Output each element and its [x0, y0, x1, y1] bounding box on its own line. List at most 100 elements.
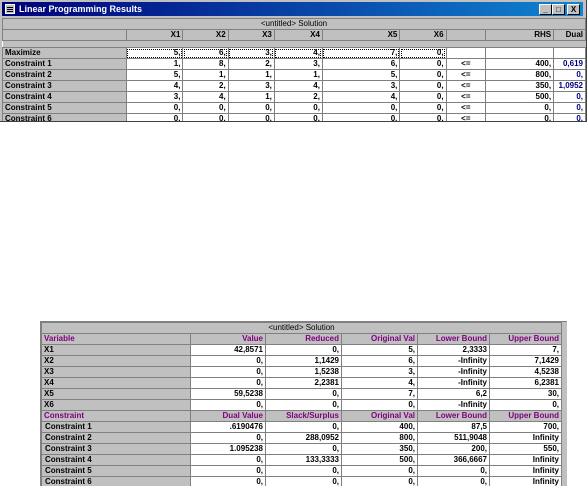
- table-cell[interactable]: 2,: [274, 92, 322, 103]
- table-cell[interactable]: 3,: [126, 92, 183, 103]
- table-cell[interactable]: 0,: [400, 48, 446, 59]
- table-cell[interactable]: 366,6667: [418, 455, 490, 466]
- table-cell[interactable]: 0,: [400, 114, 446, 123]
- table-cell[interactable]: 3,: [274, 59, 322, 70]
- table-cell[interactable]: 1,: [228, 70, 274, 81]
- table-cell[interactable]: 5,: [342, 345, 418, 356]
- column-header[interactable]: Dual Value: [191, 411, 266, 422]
- table-cell[interactable]: <=: [446, 92, 486, 103]
- column-header[interactable]: Constraint: [42, 411, 191, 422]
- table-cell[interactable]: 0,: [191, 400, 266, 411]
- table-cell[interactable]: 0,619: [554, 59, 586, 70]
- column-header[interactable]: Lower Bound: [418, 411, 490, 422]
- close-button[interactable]: X: [567, 4, 580, 15]
- column-header[interactable]: Reduced: [266, 334, 342, 345]
- table-cell[interactable]: 0,: [228, 103, 274, 114]
- table-cell[interactable]: <=: [446, 70, 486, 81]
- table-cell[interactable]: 2,3333: [418, 345, 490, 356]
- table-cell[interactable]: 700,: [490, 422, 562, 433]
- table-cell[interactable]: 1,0952: [554, 81, 586, 92]
- table-cell[interactable]: 4,: [342, 378, 418, 389]
- table-cell[interactable]: 0,: [183, 103, 228, 114]
- table-cell[interactable]: 1,: [274, 70, 322, 81]
- table-cell[interactable]: 1,1429: [266, 356, 342, 367]
- table-cell[interactable]: 1,: [228, 92, 274, 103]
- column-header[interactable]: X6: [400, 30, 446, 41]
- column-header[interactable]: RHS: [486, 30, 554, 41]
- table-cell[interactable]: 4,: [322, 92, 399, 103]
- table-cell[interactable]: Infinity: [490, 433, 562, 444]
- table-cell[interactable]: 7,1429: [490, 356, 562, 367]
- column-header[interactable]: Value: [191, 334, 266, 345]
- table-cell[interactable]: 5,: [322, 70, 399, 81]
- table-cell[interactable]: 0,: [191, 356, 266, 367]
- table-cell[interactable]: 0,: [342, 400, 418, 411]
- column-header[interactable]: Original Val: [342, 411, 418, 422]
- column-header[interactable]: Upper Bound: [490, 334, 562, 345]
- table-cell[interactable]: 6,2: [418, 389, 490, 400]
- table-cell[interactable]: 4,: [183, 92, 228, 103]
- table-cell[interactable]: 0,: [191, 433, 266, 444]
- table-cell[interactable]: -Infinity: [418, 367, 490, 378]
- table-cell[interactable]: -Infinity: [418, 356, 490, 367]
- column-header[interactable]: Lower Bound: [418, 334, 490, 345]
- column-header[interactable]: Variable: [42, 334, 191, 345]
- table-cell[interactable]: 0,: [266, 400, 342, 411]
- table-cell[interactable]: 0,: [342, 466, 418, 477]
- table-cell[interactable]: 500,: [342, 455, 418, 466]
- table-cell[interactable]: 2,: [183, 81, 228, 92]
- table-cell[interactable]: 0,: [554, 103, 586, 114]
- table-cell[interactable]: 30,: [490, 389, 562, 400]
- table-cell[interactable]: 133,3333: [266, 455, 342, 466]
- table-cell[interactable]: 59,5238: [191, 389, 266, 400]
- table-cell[interactable]: 0,: [126, 103, 183, 114]
- table-cell[interactable]: 350,: [486, 81, 554, 92]
- maximize-button[interactable]: □: [552, 4, 565, 15]
- table-cell[interactable]: 1,: [183, 70, 228, 81]
- table-cell[interactable]: 0,: [400, 70, 446, 81]
- table-cell[interactable]: 0,: [418, 466, 490, 477]
- table-cell[interactable]: <=: [446, 114, 486, 123]
- table-cell[interactable]: 0,: [274, 114, 322, 123]
- table-cell[interactable]: 400,: [486, 59, 554, 70]
- table-cell[interactable]: 4,: [126, 81, 183, 92]
- table-cell[interactable]: 500,: [486, 92, 554, 103]
- table-cell[interactable]: 4,: [274, 81, 322, 92]
- table-cell[interactable]: 400,: [342, 422, 418, 433]
- table-cell[interactable]: 0,: [400, 81, 446, 92]
- table-cell[interactable]: [446, 48, 486, 59]
- title-bar[interactable]: Linear Programming Results _ □ X: [2, 2, 583, 16]
- table-cell[interactable]: 0,: [228, 114, 274, 123]
- table-cell[interactable]: 6,: [342, 356, 418, 367]
- minimize-button[interactable]: _: [539, 4, 552, 15]
- table-cell[interactable]: 288,0952: [266, 433, 342, 444]
- table-cell[interactable]: [486, 48, 554, 59]
- table-cell[interactable]: 0,: [400, 103, 446, 114]
- table-cell[interactable]: 1.095238: [191, 444, 266, 455]
- table-cell[interactable]: 6,2381: [490, 378, 562, 389]
- column-header[interactable]: X5: [322, 30, 399, 41]
- table-cell[interactable]: 5,: [126, 48, 183, 59]
- table-cell[interactable]: 0,: [322, 114, 399, 123]
- table-cell[interactable]: 7,: [322, 48, 399, 59]
- table-cell[interactable]: 0,: [554, 92, 586, 103]
- table-cell[interactable]: 0,: [191, 378, 266, 389]
- table-cell[interactable]: 8,: [183, 59, 228, 70]
- table-cell[interactable]: 0,: [126, 114, 183, 123]
- table-cell[interactable]: 1,: [126, 59, 183, 70]
- table-cell[interactable]: 0,: [322, 103, 399, 114]
- table-cell[interactable]: [554, 48, 586, 59]
- table-cell[interactable]: 550,: [490, 444, 562, 455]
- table-cell[interactable]: Infinity: [490, 466, 562, 477]
- table-cell[interactable]: 0,: [266, 444, 342, 455]
- table-cell[interactable]: 0,: [554, 70, 586, 81]
- table-cell[interactable]: 3,: [322, 81, 399, 92]
- table-cell[interactable]: 7,: [342, 389, 418, 400]
- table-cell[interactable]: 3,: [228, 48, 274, 59]
- table-cell[interactable]: 2,2381: [266, 378, 342, 389]
- table-cell[interactable]: Infinity: [490, 455, 562, 466]
- table-cell[interactable]: 200,: [418, 444, 490, 455]
- table-cell[interactable]: 0,: [266, 389, 342, 400]
- table-cell[interactable]: 6,: [183, 48, 228, 59]
- table-cell[interactable]: 0,: [490, 400, 562, 411]
